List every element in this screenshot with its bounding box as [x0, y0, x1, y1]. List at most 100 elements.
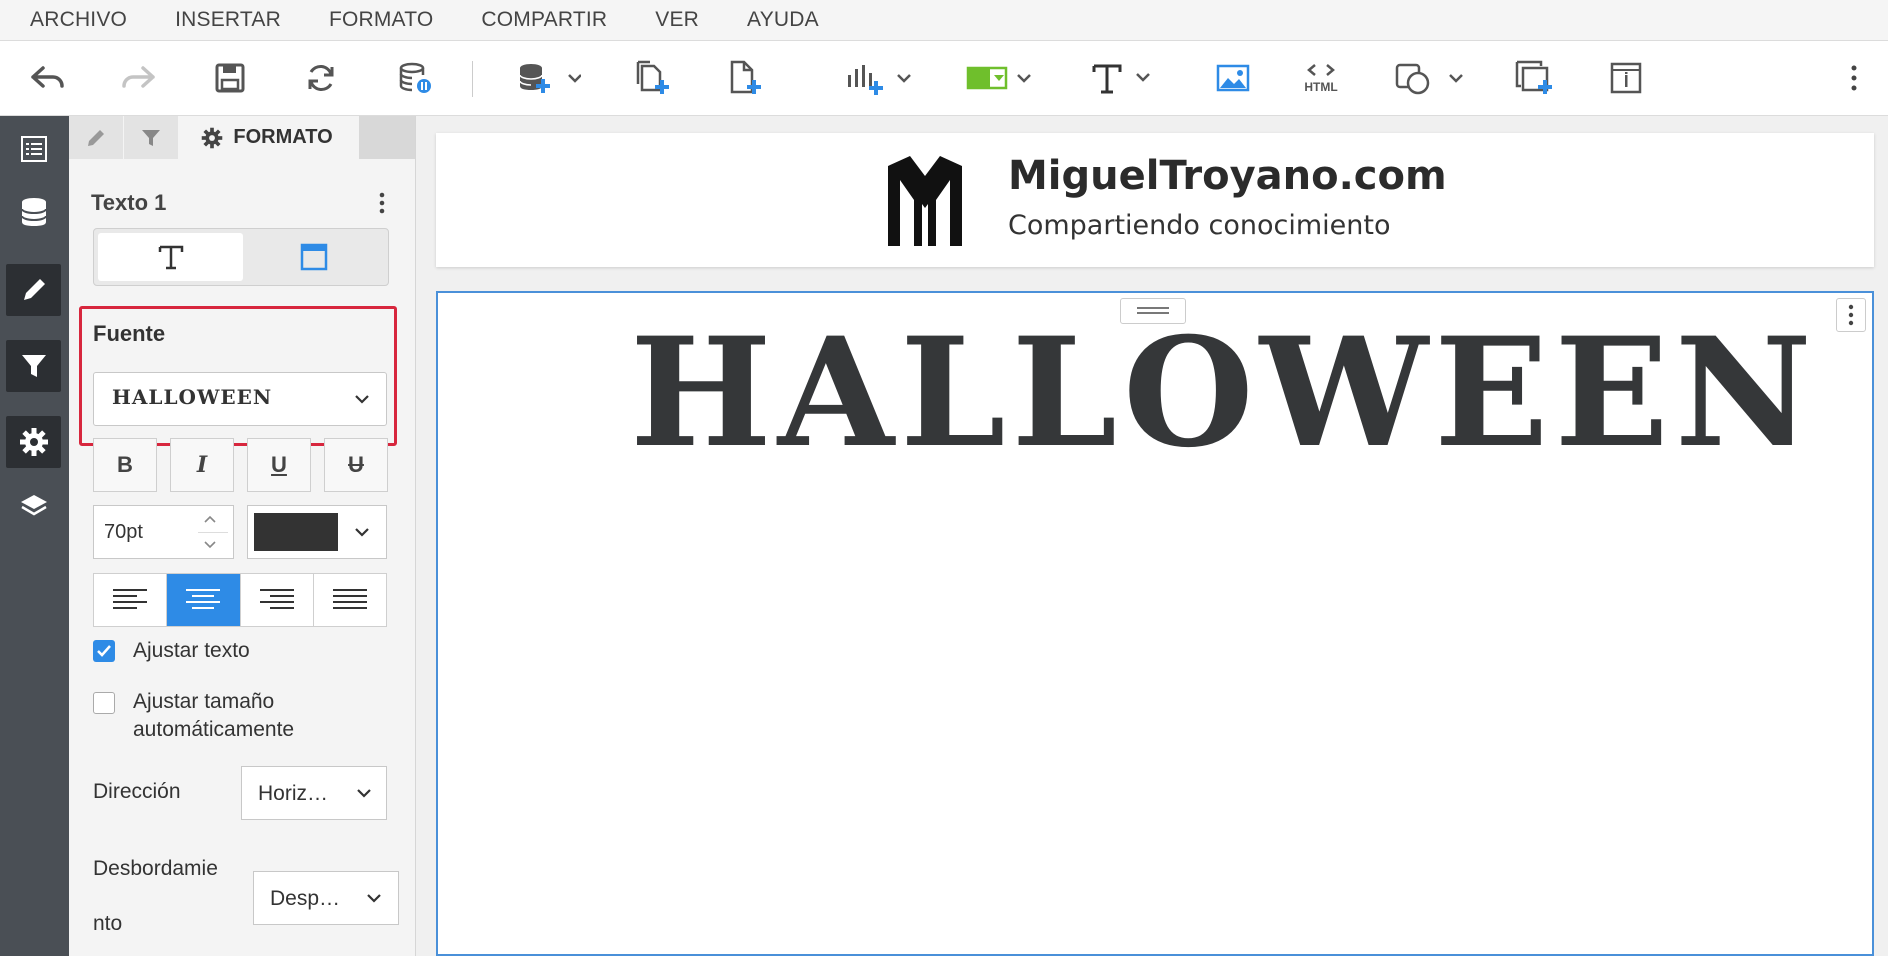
tab-formato[interactable]: FORMATO: [179, 116, 355, 159]
menu-archivo[interactable]: ARCHIVO: [0, 8, 151, 32]
properties-panel: FORMATO Texto 1 Fuente HALLOWEEN B I U U…: [69, 116, 416, 956]
direction-dropdown[interactable]: Horiz…: [241, 766, 387, 820]
new-page-icon[interactable]: [724, 55, 764, 101]
new-layer-icon[interactable]: [1514, 55, 1554, 101]
database-icon: [20, 198, 47, 226]
text-t-icon: [158, 245, 183, 270]
pencil-icon: [23, 279, 45, 300]
align-right-button[interactable]: [240, 574, 314, 626]
underline-button[interactable]: U: [247, 438, 311, 492]
align-right-icon: [259, 589, 294, 609]
undo-icon[interactable]: [26, 55, 68, 101]
tab-filter[interactable]: [124, 116, 178, 159]
text-mode-toggle: [93, 228, 389, 286]
element-title: Texto 1: [91, 190, 167, 215]
direction-value: Horiz…: [258, 782, 329, 805]
strikethrough-label: U: [348, 452, 364, 477]
add-shape-icon[interactable]: [1392, 55, 1466, 101]
save-icon[interactable]: [210, 55, 250, 101]
rail-data[interactable]: [6, 186, 61, 238]
menu-insertar[interactable]: INSERTAR: [151, 8, 305, 32]
menu-compartir[interactable]: COMPARTIR: [457, 8, 631, 32]
halloween-text: HALLOWEEN: [630, 305, 1818, 481]
element-options-button[interactable]: [1836, 298, 1866, 332]
rail-layers[interactable]: [6, 480, 61, 532]
overflow-dropdown[interactable]: Desp…: [253, 871, 399, 925]
data-pause-icon[interactable]: [394, 55, 436, 101]
color-swatch: [254, 513, 338, 551]
bold-button[interactable]: B: [93, 438, 157, 492]
align-justify-button[interactable]: [313, 574, 386, 626]
bold-label: B: [117, 452, 133, 477]
chevron-down-icon: [355, 528, 369, 537]
duplicate-page-icon[interactable]: [632, 55, 672, 101]
underline-label: U: [271, 452, 287, 477]
rail-edit[interactable]: [6, 264, 61, 316]
add-datasource-icon[interactable]: [514, 55, 584, 101]
tab-empty: [359, 116, 415, 159]
align-justify-icon: [332, 589, 367, 609]
stepper-divider: [198, 532, 228, 533]
chevron-down-icon[interactable]: [202, 538, 218, 552]
rail-filter[interactable]: [6, 340, 61, 392]
wrap-text-checkbox[interactable]: [93, 640, 115, 662]
frame-icon: [300, 243, 327, 271]
panel-tabs: FORMATO: [69, 116, 415, 159]
italic-button[interactable]: I: [170, 438, 234, 492]
menu-bar: ARCHIVO INSERTAR FORMATO COMPARTIR VER A…: [0, 0, 1888, 41]
font-size-value: 70pt: [104, 521, 143, 543]
chevron-down-icon: [367, 894, 381, 903]
strikethrough-button[interactable]: U: [324, 438, 388, 492]
menu-formato[interactable]: FORMATO: [305, 8, 457, 32]
overflow-label-line1: Desbordamie: [93, 857, 218, 880]
brand-logo: [888, 156, 962, 246]
menu-ayuda[interactable]: AYUDA: [723, 8, 843, 32]
gear-icon: [202, 127, 223, 148]
tab-edit[interactable]: [69, 116, 123, 159]
align-center-icon: [186, 589, 221, 609]
info-icon[interactable]: [1606, 55, 1646, 101]
gear-icon: [19, 428, 48, 456]
toolbar: HTML: [0, 41, 1888, 116]
html-label: HTML: [1304, 80, 1338, 94]
list-icon: [20, 136, 47, 162]
toolbar-separator: [472, 61, 473, 97]
wrap-text-label: Ajustar texto: [133, 639, 250, 662]
chevron-down-icon: [355, 395, 369, 404]
html-embed-icon[interactable]: HTML: [1298, 55, 1344, 101]
container-style-button[interactable]: [243, 233, 384, 281]
tab-formato-label: FORMATO: [233, 126, 333, 148]
add-text-icon[interactable]: [1090, 55, 1154, 101]
autosize-checkbox[interactable]: [93, 692, 115, 714]
brand-tagline: Compartiendo conocimiento: [1008, 210, 1391, 241]
text-align-group: [93, 573, 387, 627]
autosize-label-line1: Ajustar tamaño: [133, 690, 275, 713]
brand-name: MiguelTroyano.com: [1008, 153, 1447, 199]
overflow-value: Desp…: [270, 887, 341, 910]
more-icon[interactable]: [1842, 55, 1866, 101]
rail-format[interactable]: [6, 416, 61, 468]
font-section-label: Fuente: [93, 321, 166, 346]
overflow-label-line2: nto: [93, 912, 123, 935]
layers-icon: [20, 495, 47, 516]
more-icon: [1848, 304, 1854, 326]
menu-ver[interactable]: VER: [631, 8, 723, 32]
add-filter-control-icon[interactable]: [964, 55, 1034, 101]
align-center-button[interactable]: [167, 574, 241, 626]
element-menu-icon[interactable]: [379, 192, 385, 214]
add-image-icon[interactable]: [1214, 55, 1252, 101]
rail-pages[interactable]: [6, 123, 61, 175]
font-size-stepper[interactable]: 70pt: [93, 505, 234, 559]
left-rail: [0, 116, 69, 956]
align-left-button[interactable]: [94, 574, 168, 626]
align-left-icon: [113, 589, 148, 609]
direction-label: Dirección: [93, 780, 181, 803]
add-chart-icon[interactable]: [844, 55, 914, 101]
chevron-up-icon[interactable]: [202, 512, 218, 526]
redo-icon[interactable]: [118, 55, 160, 101]
refresh-icon[interactable]: [300, 55, 342, 101]
text-color-picker[interactable]: [247, 505, 387, 559]
font-dropdown[interactable]: HALLOWEEN: [93, 372, 387, 426]
pencil-icon: [88, 129, 104, 146]
text-style-button[interactable]: [98, 233, 243, 281]
